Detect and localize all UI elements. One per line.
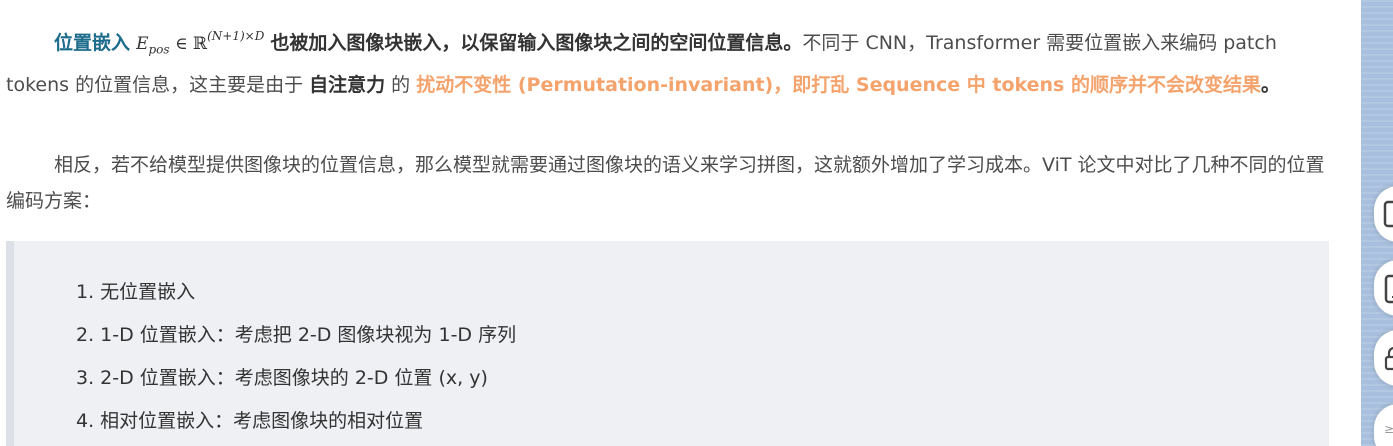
article-content: 位置嵌入 Epos ∈ ℝ(N+1)×D 也被加入图像块嵌入，以保留输入图像块之… [0,0,1340,446]
blockquote-list: 1. 无位置嵌入 2. 1-D 位置嵌入：考虑把 2-D 图像块视为 1-D 序… [6,241,1329,446]
phone-icon [1384,274,1393,304]
math-subscript: pos [148,42,170,57]
document-icon [1383,200,1393,228]
math-real-set: ℝ [192,34,208,54]
math-in-symbol: ∈ [174,34,188,54]
highlight-permutation-invariant: 扰动不变性 (Permutation-invariant) [416,74,774,97]
highlight-order-unchanged: 即打乱 Sequence 中 tokens 的顺序并不会改变结果 [792,74,1261,97]
more-button-label: ≥ [1384,422,1393,436]
sentence-end: 。 [1260,74,1280,97]
paragraph-text-2: 的 [385,74,417,97]
list-item: 1. 无位置嵌入 [76,281,196,303]
term-position-embedding: 位置嵌入 [54,32,131,54]
paragraph-encoding-schemes: 相反，若不给模型提供图像块的位置信息，那么模型就需要通过图像块的语义来学习拼图，… [6,154,1325,212]
list-item: 4. 相对位置嵌入：考虑图像块的相对位置 [76,410,424,432]
math-E: E [136,34,149,54]
lock-icon [1384,347,1393,371]
bold-self-attention: 自注意力 [309,74,386,97]
bold-sentence: 也被加入图像块嵌入，以保留输入图像块之间的空间位置信息。 [270,32,803,54]
paragraph-position-embedding: 位置嵌入 Epos ∈ ℝ(N+1)×D 也被加入图像块嵌入，以保留输入图像块之… [6,18,1330,103]
list-item: 3. 2-D 位置嵌入：考虑图像块的 2-D 位置 (x, y) [76,367,488,389]
list-item: 2. 1-D 位置嵌入：考虑把 2-D 图像块视为 1-D 序列 [76,324,517,346]
highlight-comma: ， [773,74,793,97]
math-superscript: (N+1)×D [207,29,265,43]
math-formula: Epos ∈ ℝ(N+1)×D [136,29,264,57]
encoding-scheme-list: 1. 无位置嵌入 2. 1-D 位置嵌入：考虑把 2-D 图像块视为 1-D 序… [76,271,516,443]
